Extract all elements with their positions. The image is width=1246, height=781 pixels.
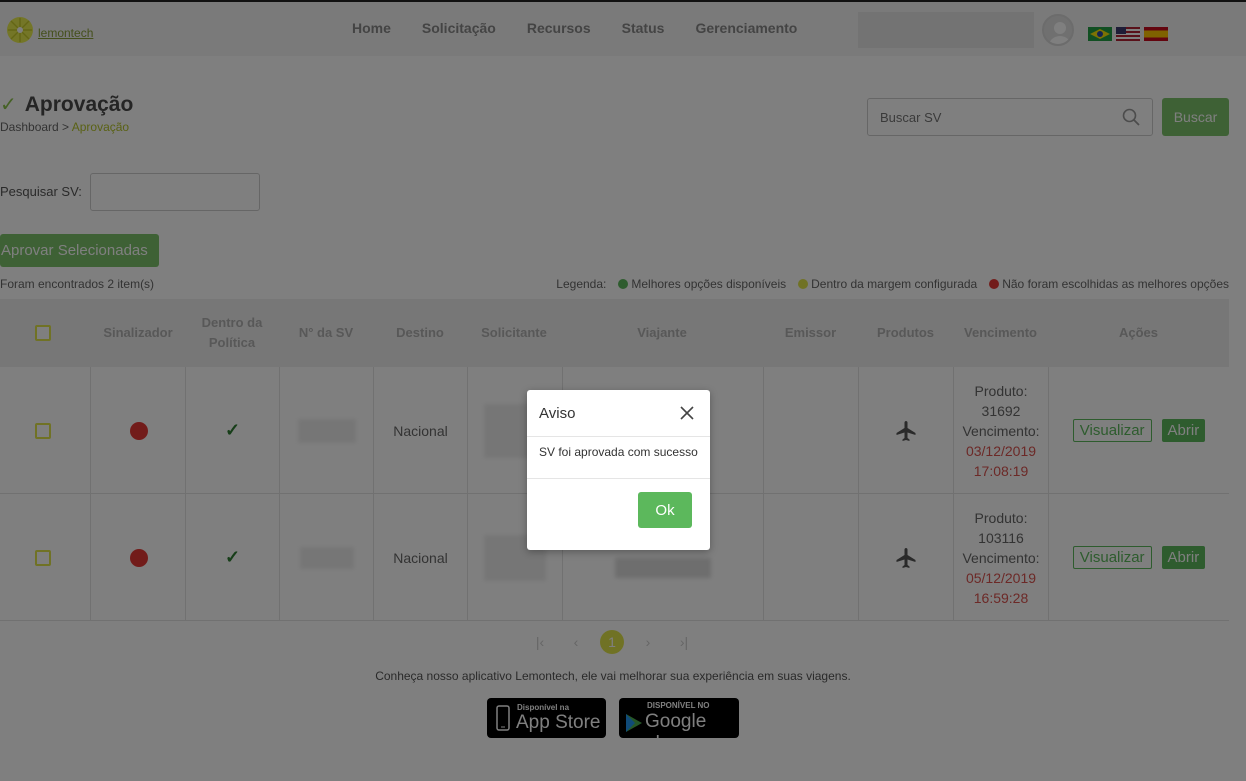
notice-modal: Aviso SV foi aprovada com sucesso Ok [527, 390, 710, 550]
modal-header: Aviso [527, 390, 710, 437]
modal-divider [527, 478, 710, 479]
close-icon[interactable] [679, 405, 695, 421]
modal-title: Aviso [539, 405, 576, 422]
ok-button[interactable]: Ok [638, 492, 692, 528]
modal-message: SV foi aprovada com sucesso [539, 445, 698, 459]
